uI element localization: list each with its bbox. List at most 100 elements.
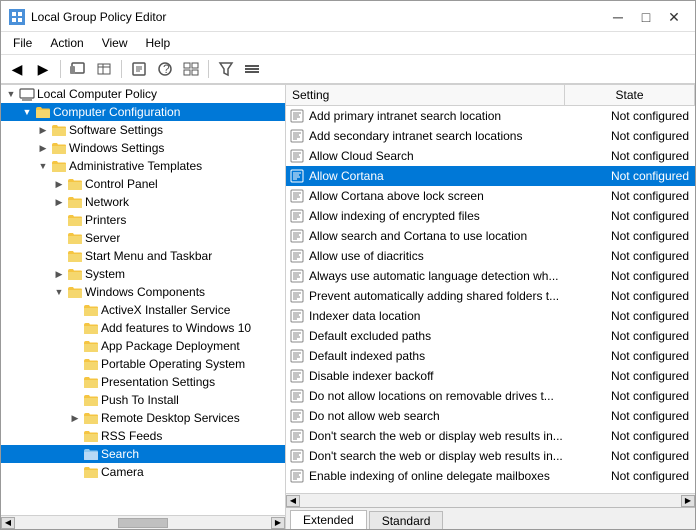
setting-row-16[interactable]: Don't search the web or display web resu… [286, 426, 695, 446]
setting-row-13[interactable]: Disable indexer backoff Not configured [286, 366, 695, 386]
pr-label: Printers [85, 213, 126, 227]
setting-row-17[interactable]: Don't search the web or display web resu… [286, 446, 695, 466]
tree-item-ws[interactable]: ▶ Windows Settings [1, 139, 285, 157]
setting-name-15: Do not allow web search [309, 409, 563, 423]
setting-row-15[interactable]: Do not allow web search Not configured [286, 406, 695, 426]
col-state[interactable]: State [565, 85, 695, 105]
tree-item-pi[interactable]: ▶ Push To Install [1, 391, 285, 409]
state-15: Not configured [563, 409, 693, 423]
left-pane: ▼ Local Computer Policy ▼ Computer Confi… [1, 85, 286, 529]
expand-at: ▼ [35, 161, 51, 171]
right-pane: Setting State Add primary intranet searc… [286, 85, 695, 529]
folder-wc-icon [67, 284, 83, 300]
state-12: Not configured [563, 349, 693, 363]
tree-item-ps[interactable]: ▶ Presentation Settings [1, 373, 285, 391]
folder-pr-icon [67, 212, 83, 228]
setting-icon-11 [288, 327, 306, 345]
expand-rd: ▶ [67, 413, 83, 424]
menu-view[interactable]: View [94, 34, 136, 52]
menu-help[interactable]: Help [138, 34, 179, 52]
state-0: Not configured [563, 109, 693, 123]
show-hide-button[interactable] [92, 58, 116, 80]
tree-item-at[interactable]: ▼ Administrative Templates [1, 157, 285, 175]
setting-row-11[interactable]: Default excluded paths Not configured [286, 326, 695, 346]
setting-row-10[interactable]: Indexer data location Not configured [286, 306, 695, 326]
setting-name-18: Enable indexing of online delegate mailb… [309, 469, 563, 483]
setting-row-18[interactable]: Enable indexing of online delegate mailb… [286, 466, 695, 486]
minimize-button[interactable]: ─ [605, 7, 631, 27]
menu-action[interactable]: Action [42, 34, 91, 52]
tree-item-sy[interactable]: ▶ System [1, 265, 285, 283]
properties-button[interactable] [127, 58, 151, 80]
tree-item-ai[interactable]: ▶ ActiveX Installer Service [1, 301, 285, 319]
folder-po-icon [83, 356, 99, 372]
setting-row-3[interactable]: Allow Cortana Not configured [286, 166, 695, 186]
menu-file[interactable]: File [5, 34, 40, 52]
tree-item-rf[interactable]: ▶ RSS Feeds [1, 427, 285, 445]
setting-icon-4 [288, 187, 306, 205]
expand-cp: ▶ [51, 179, 67, 190]
forward-button[interactable]: ▶ [31, 58, 55, 80]
tree-item-ss[interactable]: ▶ Software Settings [1, 121, 285, 139]
setting-row-1[interactable]: Add secondary intranet search locations … [286, 126, 695, 146]
title-bar: Local Group Policy Editor ─ □ ✕ [1, 1, 695, 32]
maximize-button[interactable]: □ [633, 7, 659, 27]
setting-row-0[interactable]: Add primary intranet search location Not… [286, 106, 695, 126]
tree-item-cm[interactable]: ▶ Camera [1, 463, 285, 481]
folder-ps-icon [83, 374, 99, 390]
setting-row-4[interactable]: Allow Cortana above lock screen Not conf… [286, 186, 695, 206]
tab-standard[interactable]: Standard [369, 511, 444, 529]
tree-item-po[interactable]: ▶ Portable Operating System [1, 355, 285, 373]
setting-row-12[interactable]: Default indexed paths Not configured [286, 346, 695, 366]
state-16: Not configured [563, 429, 693, 443]
ap-label: App Package Deployment [101, 339, 240, 353]
setting-name-13: Disable indexer backoff [309, 369, 563, 383]
setting-row-8[interactable]: Always use automatic language detection … [286, 266, 695, 286]
rf-label: RSS Feeds [101, 429, 162, 443]
view-button[interactable] [179, 58, 203, 80]
ss-label: Software Settings [69, 123, 163, 137]
window-title: Local Group Policy Editor [31, 10, 166, 24]
setting-row-6[interactable]: Allow search and Cortana to use location… [286, 226, 695, 246]
col-setting[interactable]: Setting [286, 85, 565, 105]
state-17: Not configured [563, 449, 693, 463]
extra-button[interactable] [240, 58, 264, 80]
tree-item-nw[interactable]: ▶ Network [1, 193, 285, 211]
setting-row-9[interactable]: Prevent automatically adding shared fold… [286, 286, 695, 306]
help-button[interactable]: ? [153, 58, 177, 80]
close-button[interactable]: ✕ [661, 7, 687, 27]
tree-item-cc[interactable]: ▼ Computer Configuration [1, 103, 285, 121]
filter-button[interactable] [214, 58, 238, 80]
tree-item-sm[interactable]: ▶ Start Menu and Taskbar [1, 247, 285, 265]
setting-row-14[interactable]: Do not allow locations on removable driv… [286, 386, 695, 406]
folder-at-icon [51, 158, 67, 174]
right-hscroll[interactable]: ◀ ▶ [286, 493, 695, 507]
tree-item-root[interactable]: ▼ Local Computer Policy [1, 85, 285, 103]
folder-ss-icon [51, 122, 67, 138]
left-hscroll[interactable]: ◀ ▶ [1, 515, 285, 529]
tree-item-se[interactable]: ▶ Search [1, 445, 285, 463]
state-8: Not configured [563, 269, 693, 283]
setting-row-5[interactable]: Allow indexing of encrypted files Not co… [286, 206, 695, 226]
back-button[interactable]: ◀ [5, 58, 29, 80]
tab-extended[interactable]: Extended [290, 510, 367, 529]
up-button[interactable] [66, 58, 90, 80]
tree-item-sv[interactable]: ▶ Server [1, 229, 285, 247]
tree-item-wc[interactable]: ▼ Windows Components [1, 283, 285, 301]
main-content: ▼ Local Computer Policy ▼ Computer Confi… [1, 84, 695, 529]
folder-sm-icon [67, 248, 83, 264]
tree-item-cp[interactable]: ▶ Control Panel [1, 175, 285, 193]
wc-label: Windows Components [85, 285, 205, 299]
setting-name-6: Allow search and Cortana to use location [309, 229, 563, 243]
setting-row-7[interactable]: Allow use of diacritics Not configured [286, 246, 695, 266]
tree-item-pr[interactable]: ▶ Printers [1, 211, 285, 229]
toolbar: ◀ ▶ ? [1, 55, 695, 84]
svg-text:?: ? [163, 62, 170, 76]
tree-item-rd[interactable]: ▶ Remote Desktop Services [1, 409, 285, 427]
folder-nw-icon [67, 194, 83, 210]
tree-item-ap[interactable]: ▶ App Package Deployment [1, 337, 285, 355]
setting-name-5: Allow indexing of encrypted files [309, 209, 563, 223]
tree-item-af[interactable]: ▶ Add features to Windows 10 [1, 319, 285, 337]
setting-row-2[interactable]: Allow Cloud Search Not configured [286, 146, 695, 166]
setting-name-1: Add secondary intranet search locations [309, 129, 563, 143]
